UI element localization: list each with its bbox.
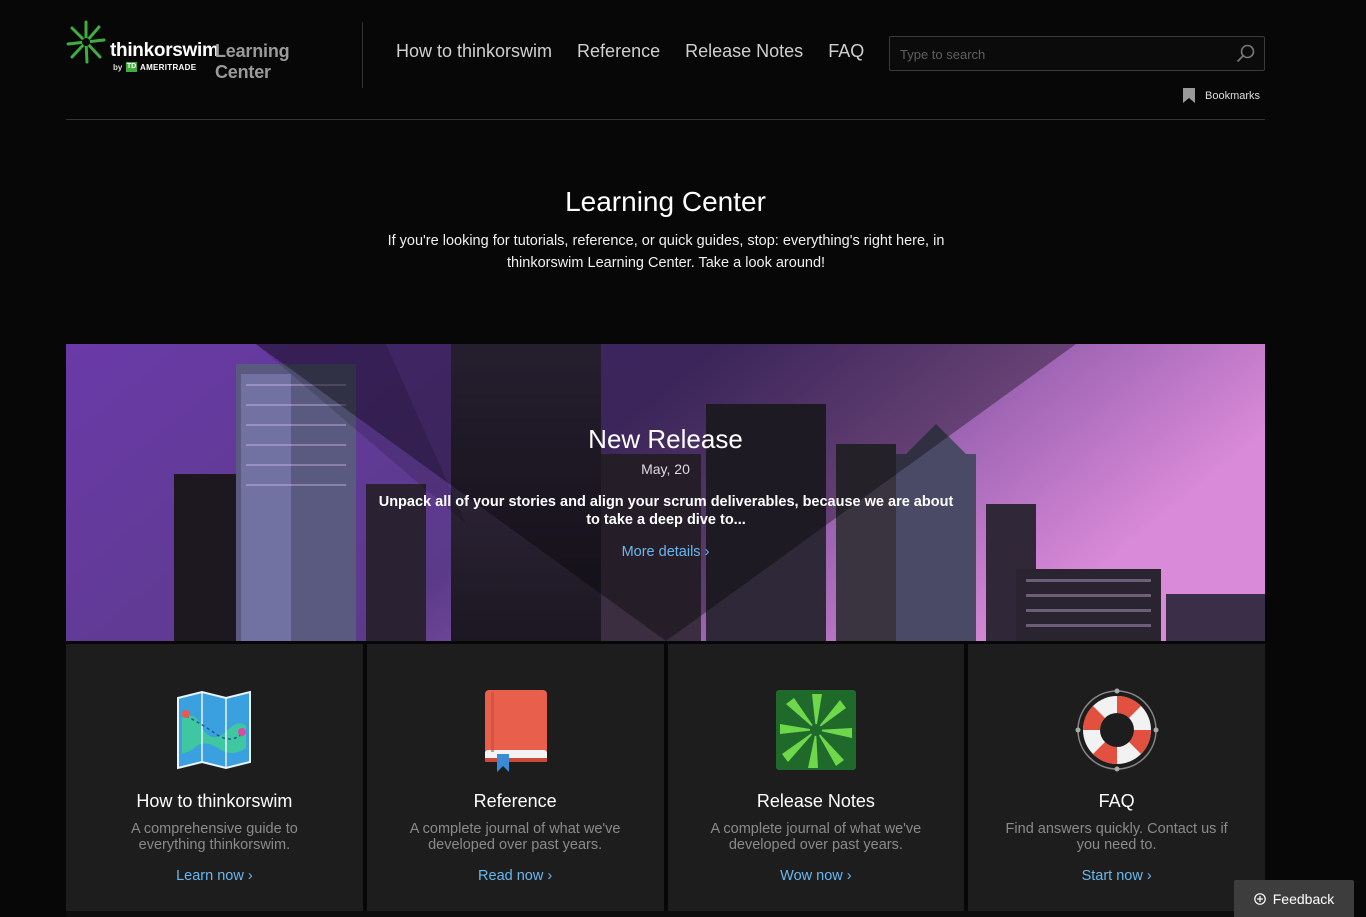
- card-reference: Reference A complete journal of what we'…: [366, 644, 664, 914]
- banner-text: Unpack all of your stories and align you…: [378, 494, 954, 528]
- card-title: Release Notes: [756, 791, 875, 811]
- card-description: Find answers quickly. Contact us if you …: [1005, 821, 1228, 853]
- book-icon: [485, 690, 548, 772]
- lifebuoy-icon: [1075, 688, 1159, 772]
- card-title: How to thinkorswim: [136, 791, 293, 811]
- nav-how-to[interactable]: How to thinkorswim: [396, 41, 552, 62]
- search-box: [889, 36, 1265, 72]
- bookmarks-link[interactable]: Bookmarks: [1183, 88, 1260, 103]
- card-description: A complete journal of what we've develop…: [409, 821, 621, 853]
- brand-name: thinkorswim: [110, 40, 219, 61]
- read-now-link[interactable]: Read now ›: [367, 868, 664, 884]
- nav-reference[interactable]: Reference: [577, 41, 660, 62]
- learn-now-link[interactable]: Learn now ›: [66, 868, 363, 884]
- header-divider: [362, 22, 363, 88]
- card-faq: FAQ Find answers quickly. Contact us if …: [968, 644, 1265, 914]
- banner-date: May, 20: [641, 461, 690, 477]
- bookmark-icon: [1183, 88, 1195, 103]
- footer-strip: [66, 911, 1265, 917]
- search-icon[interactable]: [1236, 43, 1256, 63]
- card-title: Reference: [473, 791, 557, 811]
- header-separator: [66, 119, 1265, 120]
- product-name: Learning Center: [215, 41, 290, 82]
- map-icon: [177, 690, 252, 770]
- card-description: A comprehensive guide to everything thin…: [130, 821, 298, 853]
- page-title: Learning Center: [565, 186, 766, 217]
- feedback-label: Feedback: [1272, 890, 1335, 907]
- brand-by: by: [113, 63, 123, 72]
- td-badge: TD: [126, 62, 137, 72]
- bookmarks-label: Bookmarks: [1205, 89, 1261, 102]
- release-banner: New Release May, 20 Unpack all of your s…: [66, 344, 1265, 641]
- card-how-to: How to thinkorswim A comprehensive guide…: [66, 644, 363, 914]
- main-nav: How to thinkorswim Reference Release Not…: [396, 41, 864, 62]
- wow-now-link[interactable]: Wow now ›: [668, 868, 965, 884]
- banner-title: New Release: [588, 424, 743, 454]
- page-intro: If you're looking for tutorials, referen…: [387, 233, 945, 271]
- card-title: FAQ: [1098, 791, 1135, 811]
- nav-release-notes[interactable]: Release Notes: [685, 41, 803, 62]
- feedback-button[interactable]: Feedback: [1234, 880, 1354, 917]
- plus-circle-icon: [1253, 892, 1266, 905]
- burst-icon: [775, 690, 856, 770]
- start-now-link[interactable]: Start now ›: [968, 868, 1265, 884]
- nav-faq[interactable]: FAQ: [828, 41, 864, 62]
- brand-ameritrade: AMERITRADE: [140, 63, 197, 72]
- section-cards: How to thinkorswim A comprehensive guide…: [66, 644, 1265, 917]
- card-description: A complete journal of what we've develop…: [710, 821, 922, 853]
- card-release-notes: Release Notes A complete journal of what…: [667, 644, 965, 914]
- site-logo[interactable]: thinkorswim Learning Center by TD AMERIT…: [66, 20, 346, 82]
- search-input[interactable]: [898, 37, 1222, 72]
- more-details-link[interactable]: More details ›: [66, 544, 1265, 560]
- thinkorswim-burst-icon: [66, 20, 106, 64]
